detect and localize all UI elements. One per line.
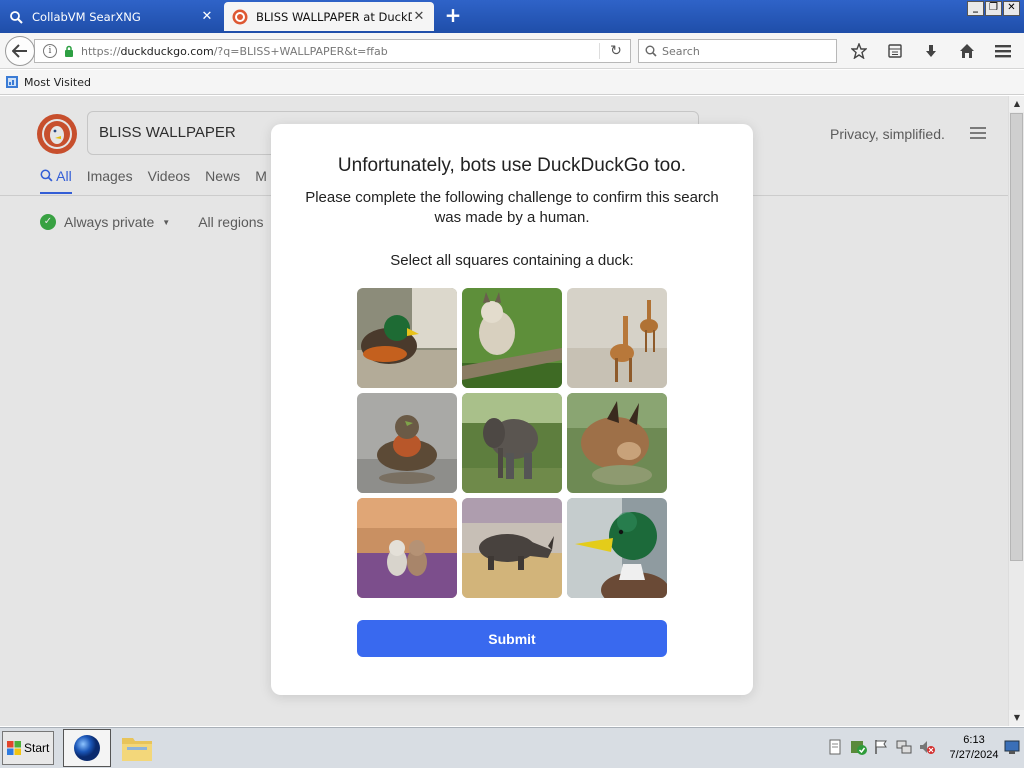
url-path: /?q=BLISS+WALLPAPER&t=ffab — [213, 44, 388, 58]
network-icon[interactable] — [895, 738, 913, 756]
toolbar-icons — [846, 38, 1024, 64]
submit-button[interactable]: Submit — [357, 620, 667, 657]
modal-title: Unfortunately, bots use DuckDuckGo too. — [337, 155, 687, 176]
system-tray — [826, 738, 936, 756]
captcha-modal: Unfortunately, bots use DuckDuckGo too. … — [271, 124, 753, 695]
scroll-up-arrow-icon[interactable]: ▲ — [1009, 96, 1024, 112]
start-button[interactable]: Start — [2, 731, 54, 765]
modal-instruction: Select all squares containing a duck: — [390, 252, 634, 269]
rhino-image — [462, 498, 562, 598]
url-host: duckduckgo.com — [120, 44, 214, 58]
url-divider — [599, 43, 600, 59]
duck-image — [567, 498, 667, 598]
tab-bliss-wallpaper[interactable]: BLISS WALLPAPER at DuckDu... ✕ — [224, 2, 434, 31]
library-icon[interactable] — [882, 38, 908, 64]
tab-collabvm-searxng[interactable]: CollabVM SearXNG ✕ — [0, 2, 222, 31]
scrollbar-thumb[interactable] — [1010, 113, 1023, 561]
captcha-tile-duck[interactable] — [357, 288, 457, 388]
clock[interactable]: 6:13 7/27/2024 — [944, 733, 1004, 763]
url-prefix: https:// — [81, 44, 121, 58]
most-visited-icon — [6, 76, 18, 88]
minimize-button[interactable]: _ — [967, 1, 984, 16]
search-icon — [645, 45, 657, 57]
folder-icon — [122, 738, 152, 761]
url-bar[interactable]: i https://duckduckgo.com/?q=BLISS+WALLPA… — [34, 39, 631, 63]
lock-icon[interactable] — [63, 45, 75, 57]
url-text: https://duckduckgo.com/?q=BLISS+WALLPAPE… — [81, 45, 388, 58]
modal-subtitle: Please complete the following challenge … — [305, 189, 719, 226]
home-icon[interactable] — [954, 38, 980, 64]
window-controls: _ ❐ ✕ — [967, 1, 1020, 16]
volume-muted-icon[interactable] — [918, 738, 936, 756]
document-icon[interactable] — [826, 738, 844, 756]
duckduckgo-icon — [232, 9, 248, 25]
windows-logo-icon — [7, 741, 21, 755]
tab-bar: CollabVM SearXNG ✕ BLISS WALLPAPER at Du… — [0, 0, 1024, 33]
globe-icon — [74, 735, 100, 761]
tab-title: BLISS WALLPAPER at DuckDu... — [256, 9, 412, 24]
captcha-tile-rhino[interactable] — [462, 498, 562, 598]
most-visited-link[interactable]: Most Visited — [24, 76, 91, 89]
giraffes-image — [567, 288, 667, 388]
captcha-tile-giraffes[interactable] — [567, 288, 667, 388]
clock-time: 6:13 — [963, 734, 985, 746]
tab-title: CollabVM SearXNG — [32, 9, 141, 24]
duck-image — [357, 288, 457, 388]
captcha-tile-cats[interactable] — [357, 498, 457, 598]
security-check-icon[interactable] — [849, 738, 867, 756]
lynx-image — [462, 288, 562, 388]
searxng-icon — [8, 9, 24, 25]
reload-icon[interactable]: ↻ — [608, 43, 624, 59]
clock-date: 7/27/2024 — [949, 749, 999, 761]
taskbar-browser-app[interactable] — [63, 729, 111, 767]
new-tab-button[interactable]: + — [442, 5, 464, 27]
duck-image — [357, 393, 457, 493]
close-window-button[interactable]: ✕ — [1003, 1, 1020, 16]
taskbar: Start 6:13 7/27/2024 — [0, 727, 1024, 768]
captcha-tile-caracal[interactable] — [567, 393, 667, 493]
captcha-tile-duck[interactable] — [357, 393, 457, 493]
nav-bar: i https://duckduckgo.com/?q=BLISS+WALLPA… — [0, 33, 1024, 69]
search-bar[interactable] — [638, 39, 837, 63]
bookmarks-bar: Most Visited — [0, 70, 1024, 95]
star-icon[interactable] — [846, 38, 872, 64]
elephant-image — [462, 393, 562, 493]
captcha-tile-lynx[interactable] — [462, 288, 562, 388]
page-content: BLISS WALLPAPER Privacy, simplified. All… — [0, 96, 1008, 726]
captcha-tile-elephant[interactable] — [462, 393, 562, 493]
flag-icon[interactable] — [872, 738, 890, 756]
captcha-grid — [357, 288, 667, 598]
restore-button[interactable]: ❐ — [985, 1, 1002, 16]
hamburger-menu-icon[interactable] — [990, 38, 1016, 64]
vertical-scrollbar[interactable]: ▲ ▼ — [1008, 96, 1024, 726]
search-input[interactable] — [662, 44, 832, 58]
close-tab-icon[interactable]: ✕ — [200, 9, 214, 24]
back-arrow-icon — [12, 44, 27, 58]
back-button[interactable] — [5, 36, 35, 66]
captcha-tile-duck[interactable] — [567, 498, 667, 598]
start-label: Start — [24, 741, 50, 755]
download-icon[interactable] — [918, 38, 944, 64]
close-tab-icon[interactable]: ✕ — [412, 9, 426, 24]
scroll-down-arrow-icon[interactable]: ▼ — [1009, 710, 1024, 726]
cats-image — [357, 498, 457, 598]
info-icon[interactable]: i — [43, 44, 57, 58]
caracal-image — [567, 393, 667, 493]
taskbar-explorer-app[interactable] — [116, 731, 158, 765]
show-desktop-icon[interactable] — [1004, 738, 1020, 756]
